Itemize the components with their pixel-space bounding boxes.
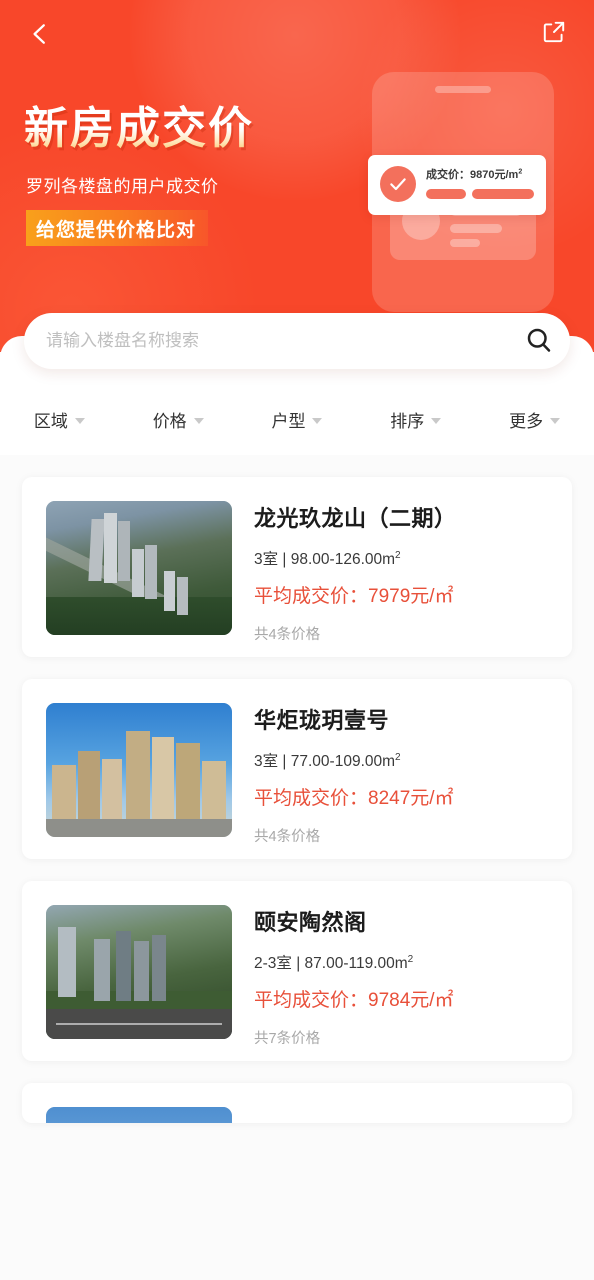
search-input[interactable] — [46, 313, 508, 369]
share-button[interactable] — [532, 12, 576, 56]
check-circle-icon — [380, 166, 416, 202]
listing-thumbnail — [46, 905, 232, 1039]
search-icon — [524, 325, 554, 358]
filter-sort-label: 排序 — [390, 411, 425, 431]
listing-info: 华炬珑玥壹号 3室 | 77.00-109.00m2 平均成交价：8247元/㎡… — [254, 703, 558, 846]
phone-line-2 — [450, 224, 502, 233]
listing-price-count: 共7条价格 — [254, 1031, 321, 1047]
listing-spec-text: 2-3室 | 87.00-119.00m — [254, 955, 408, 972]
listing-avg-price: 平均成交价：8247元/㎡ — [254, 788, 454, 809]
listing-avg-price: 平均成交价：9784元/㎡ — [254, 990, 454, 1011]
hero-subtitle: 罗列各楼盘的用户成交价 — [26, 177, 219, 196]
search-button[interactable] — [508, 313, 570, 369]
chevron-down-icon — [431, 417, 442, 424]
listing-price-count: 共4条价格 — [254, 627, 321, 643]
listing-thumbnail — [46, 501, 232, 635]
price-callout-bar-2 — [472, 189, 534, 199]
listing-spec: 2-3室 | 87.00-119.00m2 — [254, 951, 558, 973]
filter-layout[interactable]: 户型 — [238, 407, 357, 432]
price-callout-bar-1 — [426, 189, 466, 199]
filter-more[interactable]: 更多 — [475, 407, 594, 432]
listing-thumbnail — [46, 1107, 232, 1123]
phone-notch — [435, 86, 491, 93]
listing-card[interactable]: 华炬珑玥壹号 3室 | 77.00-109.00m2 平均成交价：8247元/㎡… — [22, 679, 572, 859]
filter-price[interactable]: 价格 — [119, 407, 238, 432]
filter-price-label: 价格 — [152, 411, 187, 431]
search-bar[interactable] — [24, 313, 570, 369]
filter-more-label: 更多 — [509, 411, 544, 431]
price-callout-sup: 2 — [518, 168, 523, 176]
listing-spec: 3室 | 98.00-126.00m2 — [254, 547, 558, 569]
page-title: 新房成交价 — [24, 92, 254, 156]
external-link-icon — [541, 19, 567, 50]
chevron-down-icon — [550, 417, 561, 424]
listing-spec-sup: 2 — [407, 953, 414, 965]
hero-badge: 给您提供价格比对 — [26, 210, 209, 246]
listing-spec-sup: 2 — [395, 751, 401, 763]
listing-card[interactable] — [22, 1083, 572, 1123]
chevron-down-icon — [74, 417, 85, 424]
listing-card[interactable]: 颐安陶然阁 2-3室 | 87.00-119.00m2 平均成交价：9784元/… — [22, 881, 572, 1061]
listing-spec-text: 3室 | 98.00-126.00m — [254, 551, 396, 568]
listing-avg-price: 平均成交价：7979元/㎡ — [254, 586, 454, 607]
phone-line-3 — [450, 239, 480, 247]
listing-spec-sup: 2 — [395, 549, 401, 561]
listing-list[interactable]: 龙光玖龙山（二期） 3室 | 98.00-126.00m2 平均成交价：7979… — [0, 455, 594, 1280]
price-callout-text: 成交价：9870元/m2 — [426, 166, 522, 182]
price-callout-card: 成交价：9870元/m2 — [368, 155, 546, 215]
navbar — [0, 0, 594, 70]
listing-info: 龙光玖龙山（二期） 3室 | 98.00-126.00m2 平均成交价：7979… — [254, 501, 558, 644]
listing-name: 华炬珑玥壹号 — [254, 708, 390, 733]
listing-spec: 3室 | 77.00-109.00m2 — [254, 749, 558, 771]
filter-bar: 区域 价格 户型 排序 更多 — [0, 395, 594, 443]
listing-spec-text: 3室 | 77.00-109.00m — [254, 753, 396, 770]
filter-sort[interactable]: 排序 — [356, 407, 475, 432]
filter-region-label: 区域 — [33, 411, 68, 431]
chevron-down-icon — [193, 417, 204, 424]
filter-region[interactable]: 区域 — [0, 407, 119, 432]
listing-price-count: 共4条价格 — [254, 829, 321, 845]
listing-name: 颐安陶然阁 — [254, 910, 367, 935]
listing-thumbnail — [46, 703, 232, 837]
price-callout-value: 成交价：9870元/m — [426, 169, 519, 181]
listing-info: 颐安陶然阁 2-3室 | 87.00-119.00m2 平均成交价：9784元/… — [254, 905, 558, 1048]
back-button[interactable] — [18, 14, 62, 58]
chevron-left-icon — [27, 21, 53, 52]
listing-card[interactable]: 龙光玖龙山（二期） 3室 | 98.00-126.00m2 平均成交价：7979… — [22, 477, 572, 657]
listing-name: 龙光玖龙山（二期） — [254, 506, 457, 531]
filter-layout-label: 户型 — [271, 411, 306, 431]
chevron-down-icon — [312, 417, 323, 424]
